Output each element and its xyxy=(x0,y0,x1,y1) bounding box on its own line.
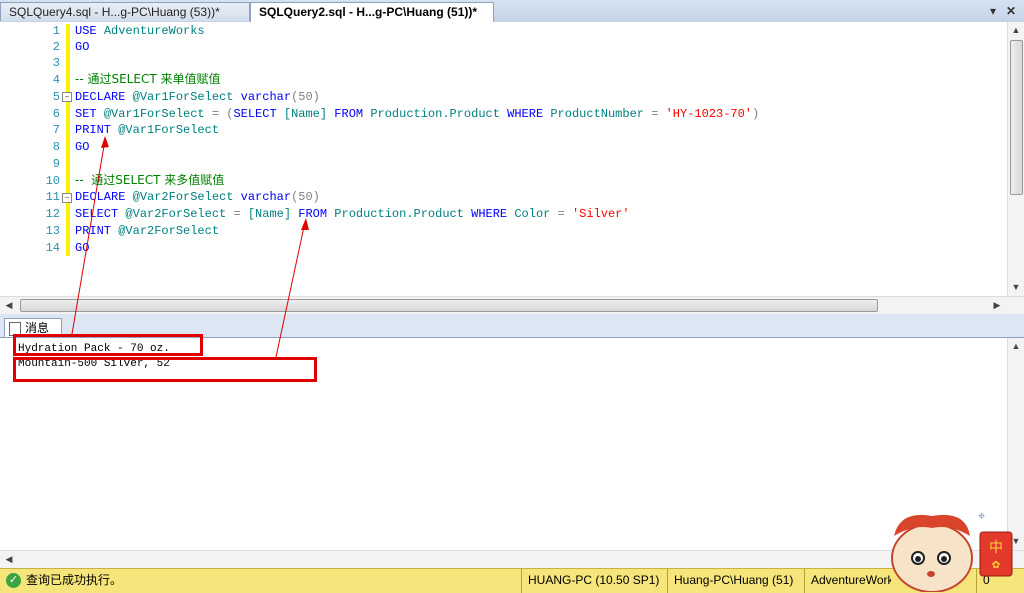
status-message: 查询已成功执行。 xyxy=(26,573,123,587)
collapse-toggle[interactable]: − xyxy=(62,193,72,203)
mascot-pupil xyxy=(915,556,921,562)
line-number: 7 xyxy=(52,123,60,137)
code-line-1: USE AdventureWorks xyxy=(75,24,205,38)
code-line-12: SELECT @Var2ForSelect = [Name] FROM Prod… xyxy=(75,207,630,221)
status-database: AdventureWorks xyxy=(804,569,891,593)
code-line-13: PRINT @Var2ForSelect xyxy=(75,224,220,238)
mascot-mouth xyxy=(927,571,935,577)
scroll-right-icon[interactable]: ▶ xyxy=(990,298,1004,312)
line-number: 2 xyxy=(52,40,60,54)
messages-horizontal-scrollbar[interactable]: ◀ ▶ xyxy=(0,550,1024,568)
line-number: 8 xyxy=(52,140,60,154)
line-number: 10 xyxy=(45,174,60,188)
line-number: 9 xyxy=(52,157,60,171)
annotation-box-result-2 xyxy=(13,357,317,382)
code-line-11: DECLARE @Var2ForSelect varchar(50) xyxy=(75,190,320,204)
code-line-14: GO xyxy=(75,241,90,255)
editor-vertical-scroll-thumb[interactable] xyxy=(1010,40,1023,195)
tab-sqlquery2[interactable]: SQLQuery2.sql - H...g-PC\Huang (51))* xyxy=(250,2,494,22)
editor-vertical-scrollbar[interactable]: ▲ ▼ xyxy=(1007,22,1024,296)
collapse-toggle[interactable]: − xyxy=(62,92,72,102)
editor-horizontal-scrollbar[interactable]: ◀ ▶ xyxy=(0,296,1024,314)
close-icon[interactable]: ✕ xyxy=(1004,3,1018,19)
line-number: 6 xyxy=(52,107,60,121)
code-line-5: DECLARE @Var1ForSelect varchar(50) xyxy=(75,90,320,104)
line-number: 12 xyxy=(45,207,60,221)
line-number: 11 xyxy=(45,190,60,204)
tab-sqlquery4[interactable]: SQLQuery4.sql - H...g-PC\Huang (53))* xyxy=(0,2,250,21)
dropdown-icon[interactable]: ▾ xyxy=(986,3,1000,19)
code-line-7: PRINT @Var1ForSelect xyxy=(75,123,220,137)
query-editor[interactable]: 1 2 3 4 5 6 7 8 9 10 11 12 13 14 − − USE… xyxy=(0,22,1024,314)
code-line-4-comment: -- 通过SELECT 来单值赋值 xyxy=(75,72,221,86)
changed-lines-marker xyxy=(66,24,70,256)
mascot-sign-text: 中 xyxy=(989,540,1003,556)
document-tab-bar: SQLQuery4.sql - H...g-PC\Huang (53))* SQ… xyxy=(0,0,1024,23)
scroll-left-icon[interactable]: ◀ xyxy=(2,298,16,312)
line-number: 4 xyxy=(52,73,60,87)
mascot-sticker: 中 ✿ xyxy=(891,514,1013,592)
mascot-head xyxy=(891,523,973,592)
mascot-pupil xyxy=(941,556,947,562)
line-number: 14 xyxy=(45,241,60,255)
status-user: Huang-PC\Huang (51) xyxy=(667,569,810,593)
code-line-10-comment: -- 通过SELECT 来多值赋值 xyxy=(75,173,225,187)
status-bar: ✓ 查询已成功执行。 HUANG-PC (10.50 SP1) Huang-PC… xyxy=(0,568,1024,593)
mascot-sign-star: ✿ xyxy=(992,560,1000,571)
line-number: 5 xyxy=(52,90,60,104)
code-line-8: GO xyxy=(75,140,90,154)
editor-horizontal-scroll-thumb[interactable] xyxy=(20,299,878,312)
scroll-left-icon[interactable]: ◀ xyxy=(2,552,16,566)
status-server: HUANG-PC (10.50 SP1) xyxy=(521,569,668,593)
tab-messages-label: 消息 xyxy=(25,321,50,335)
code-line-6: SET @Var1ForSelect = (SELECT [Name] FROM… xyxy=(75,107,760,121)
line-number: 3 xyxy=(52,56,60,70)
scroll-up-icon[interactable]: ▲ xyxy=(1009,339,1023,353)
line-number: 13 xyxy=(45,224,60,238)
line-number: 1 xyxy=(52,24,60,38)
pane-splitter[interactable] xyxy=(0,314,1024,320)
scroll-up-icon[interactable]: ▲ xyxy=(1009,23,1023,37)
line-number-gutter: 1 2 3 4 5 6 7 8 9 10 11 12 13 14 xyxy=(0,22,62,294)
annotation-box-result-1 xyxy=(13,334,203,356)
code-line-2: GO xyxy=(75,40,90,54)
scroll-down-icon[interactable]: ▼ xyxy=(1009,280,1023,294)
success-check-icon: ✓ xyxy=(6,573,21,588)
